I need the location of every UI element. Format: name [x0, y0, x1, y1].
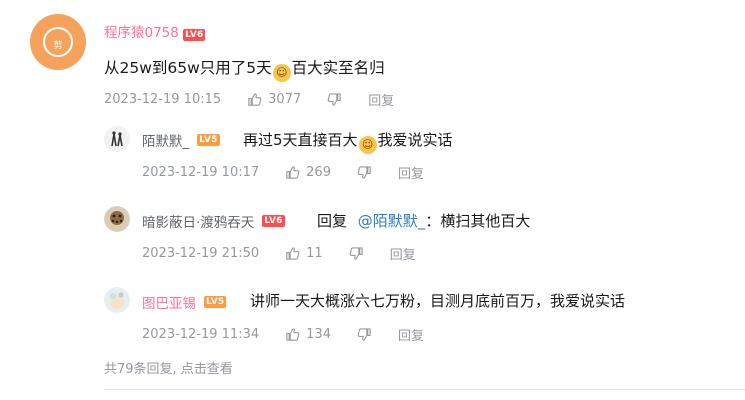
- reply-text-body: ：横扫其他百大: [425, 212, 531, 230]
- reply-avatar[interactable]: [104, 126, 130, 152]
- thumbs-up-icon[interactable]: [285, 327, 300, 342]
- reply-text-part2: 我爱说实话: [377, 131, 453, 149]
- reply-text-body: 讲师一天大概涨六七万粉，目测月底前百万，我爱说实话: [250, 292, 626, 310]
- reply-button[interactable]: 回复: [368, 90, 394, 109]
- like-count: 11: [306, 246, 323, 261]
- level-badge: LV5: [204, 296, 227, 308]
- reply-username[interactable]: 图巴亚锡: [142, 292, 196, 312]
- comment-text: 从25w到65w只用了5天 ☺ 百大实至名归: [104, 56, 385, 82]
- reply-text: 再过5天直接百大 ☺ 我爱说实话: [243, 129, 453, 154]
- comment-text-part2: 百大实至名归: [291, 59, 385, 77]
- level-badge: LV5: [197, 134, 220, 146]
- reply-author[interactable]: 图巴亚锡 LV5: [142, 292, 227, 312]
- cat-face-emoji-icon: ☺: [358, 136, 377, 154]
- reply-author[interactable]: 暗影蔽日·渡鸦吞天 LV6: [142, 211, 285, 231]
- avatar[interactable]: 剪: [30, 14, 86, 70]
- reply-text: 讲师一天大概涨六七万粉，目测月底前百万，我爱说实话: [250, 290, 625, 311]
- reply-time: 2023-12-19 21:50: [142, 246, 260, 261]
- reply-username[interactable]: 陌默默_: [142, 130, 189, 150]
- reply-meta: 2023-12-19 11:34 134 回复: [142, 325, 424, 344]
- reply-button[interactable]: 回复: [398, 163, 424, 182]
- reply-prefix: 回复: [317, 212, 348, 230]
- view-all-replies-link[interactable]: 共79条回复, 点击查看: [104, 358, 233, 377]
- avatar-logo: 剪: [43, 27, 73, 57]
- reply-time: 2023-12-19 11:34: [142, 327, 260, 342]
- thumbs-down-icon[interactable]: [349, 246, 364, 261]
- reply-time: 2023-12-19 10:17: [142, 165, 260, 180]
- thumbs-up-icon[interactable]: [285, 246, 300, 261]
- like-count: 134: [306, 327, 331, 342]
- comment-text-part1: 从25w到65w只用了5天: [104, 59, 272, 77]
- level-badge: LV6: [262, 215, 285, 227]
- mention-link[interactable]: @陌默默_: [358, 212, 426, 230]
- like-count: 3077: [268, 92, 302, 107]
- reply-meta: 2023-12-19 21:50 11 回复: [142, 244, 416, 263]
- thumbs-up-icon[interactable]: [285, 165, 300, 180]
- level-badge: LV6: [183, 29, 206, 41]
- like-count: 269: [306, 165, 331, 180]
- divider: [104, 389, 745, 390]
- username[interactable]: 程序猿0758: [104, 25, 179, 41]
- thumbs-down-icon[interactable]: [357, 165, 372, 180]
- reply-button[interactable]: 回复: [398, 325, 424, 344]
- thumbs-down-icon[interactable]: [327, 92, 342, 107]
- reply-meta: 2023-12-19 10:17 269 回复: [142, 163, 424, 182]
- reply-text: 回复 @陌默默_：横扫其他百大: [317, 210, 530, 231]
- thumbs-down-icon[interactable]: [357, 327, 372, 342]
- comment-time: 2023-12-19 10:15: [104, 92, 222, 107]
- reply-button[interactable]: 回复: [390, 244, 416, 263]
- comment-meta: 2023-12-19 10:15 3077 回复: [104, 90, 394, 109]
- reply-author[interactable]: 陌默默_ LV5: [142, 130, 220, 150]
- reply-avatar[interactable]: [104, 287, 130, 313]
- reply-username[interactable]: 暗影蔽日·渡鸦吞天: [142, 211, 254, 231]
- reply-avatar[interactable]: [104, 206, 130, 232]
- reply-text-part1: 再过5天直接百大: [243, 131, 358, 149]
- cat-face-emoji-icon: ☺: [272, 64, 291, 82]
- avatar-char: 剪: [53, 41, 63, 51]
- thumbs-up-icon[interactable]: [247, 92, 262, 107]
- comment-author[interactable]: 程序猿0758 LV6: [104, 21, 206, 41]
